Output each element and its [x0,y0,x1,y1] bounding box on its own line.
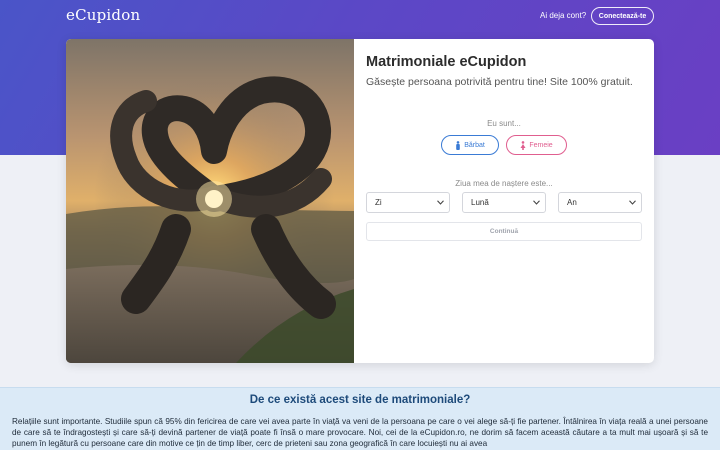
signup-card: Matrimoniale eCupidon Găsește persoana p… [66,39,654,363]
info-paragraph: Relațiile sunt importante. Studiile spun… [12,417,708,448]
year-select-value: An [567,198,577,207]
form-subtitle: Găsește persoana potrivită pentru tine! … [366,76,633,88]
login-button[interactable]: Conectează-te [591,7,654,25]
gender-female-button[interactable]: Femeie [506,135,567,155]
site-logo[interactable]: eCupidon [66,6,140,24]
top-navigation: eCupidon Ai deja cont? Conectează-te [0,0,720,32]
gender-female-label: Femeie [529,141,553,149]
male-icon [455,140,461,150]
already-account-text: Ai deja cont? [540,11,587,20]
month-select[interactable]: Lună [462,192,546,213]
info-title: De ce există acest site de matrimoniale? [249,394,471,406]
chevron-down-icon [533,198,540,207]
info-section: De ce există acest site de matrimoniale?… [0,387,720,450]
birthdate-label: Ziua mea de naștere este... [455,179,553,188]
month-select-value: Lună [471,198,489,207]
continue-button[interactable]: Continuă [366,222,642,241]
hero-photo-heart-hands [66,39,354,363]
day-select[interactable]: Zi [366,192,450,213]
signup-form: Matrimoniale eCupidon Găsește persoana p… [366,39,654,363]
year-select[interactable]: An [558,192,642,213]
chevron-down-icon [629,198,636,207]
female-icon [520,140,526,150]
gender-male-button[interactable]: Bărbat [441,135,499,155]
chevron-down-icon [437,198,444,207]
gender-male-label: Bărbat [464,141,485,149]
gender-label: Eu sunt... [487,119,521,128]
form-title: Matrimoniale eCupidon [366,54,527,70]
day-select-value: Zi [375,198,382,207]
